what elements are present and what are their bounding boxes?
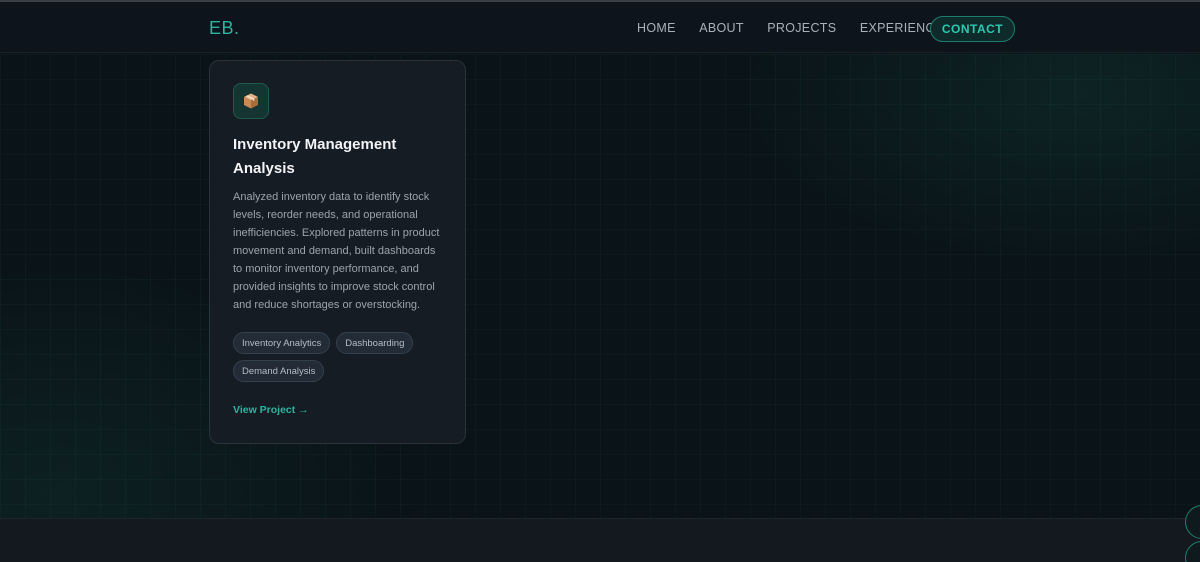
nav-links: HOME ABOUT PROJECTS EXPERIENCE	[637, 21, 967, 35]
project-description: Analyzed inventory data to identify stoc…	[233, 191, 440, 311]
tag-inventory-analytics: Inventory Analytics	[233, 332, 331, 354]
projects-section	[0, 54, 1200, 518]
tag-demand-analysis: Demand Analysis	[233, 360, 325, 382]
tag-dashboarding: Dashboarding	[336, 332, 414, 354]
nav-link-about[interactable]: ABOUT	[699, 21, 744, 35]
view-project-link[interactable]: View Project →	[233, 404, 309, 416]
package-icon	[233, 83, 269, 119]
navbar: EB. HOME ABOUT PROJECTS EXPERIENCE CONTA…	[0, 2, 1200, 53]
project-title: Inventory Management Analysis	[233, 136, 397, 177]
next-section	[0, 518, 1200, 562]
brand-logo[interactable]: EB.	[209, 18, 240, 39]
project-card: Inventory Management Analysis Analyzed i…	[209, 60, 466, 444]
project-tags: Inventory Analytics Dashboarding Demand …	[233, 332, 453, 388]
nav-link-home[interactable]: HOME	[637, 21, 676, 35]
nav-link-projects[interactable]: PROJECTS	[767, 21, 836, 35]
contact-button[interactable]: CONTACT	[930, 16, 1015, 42]
